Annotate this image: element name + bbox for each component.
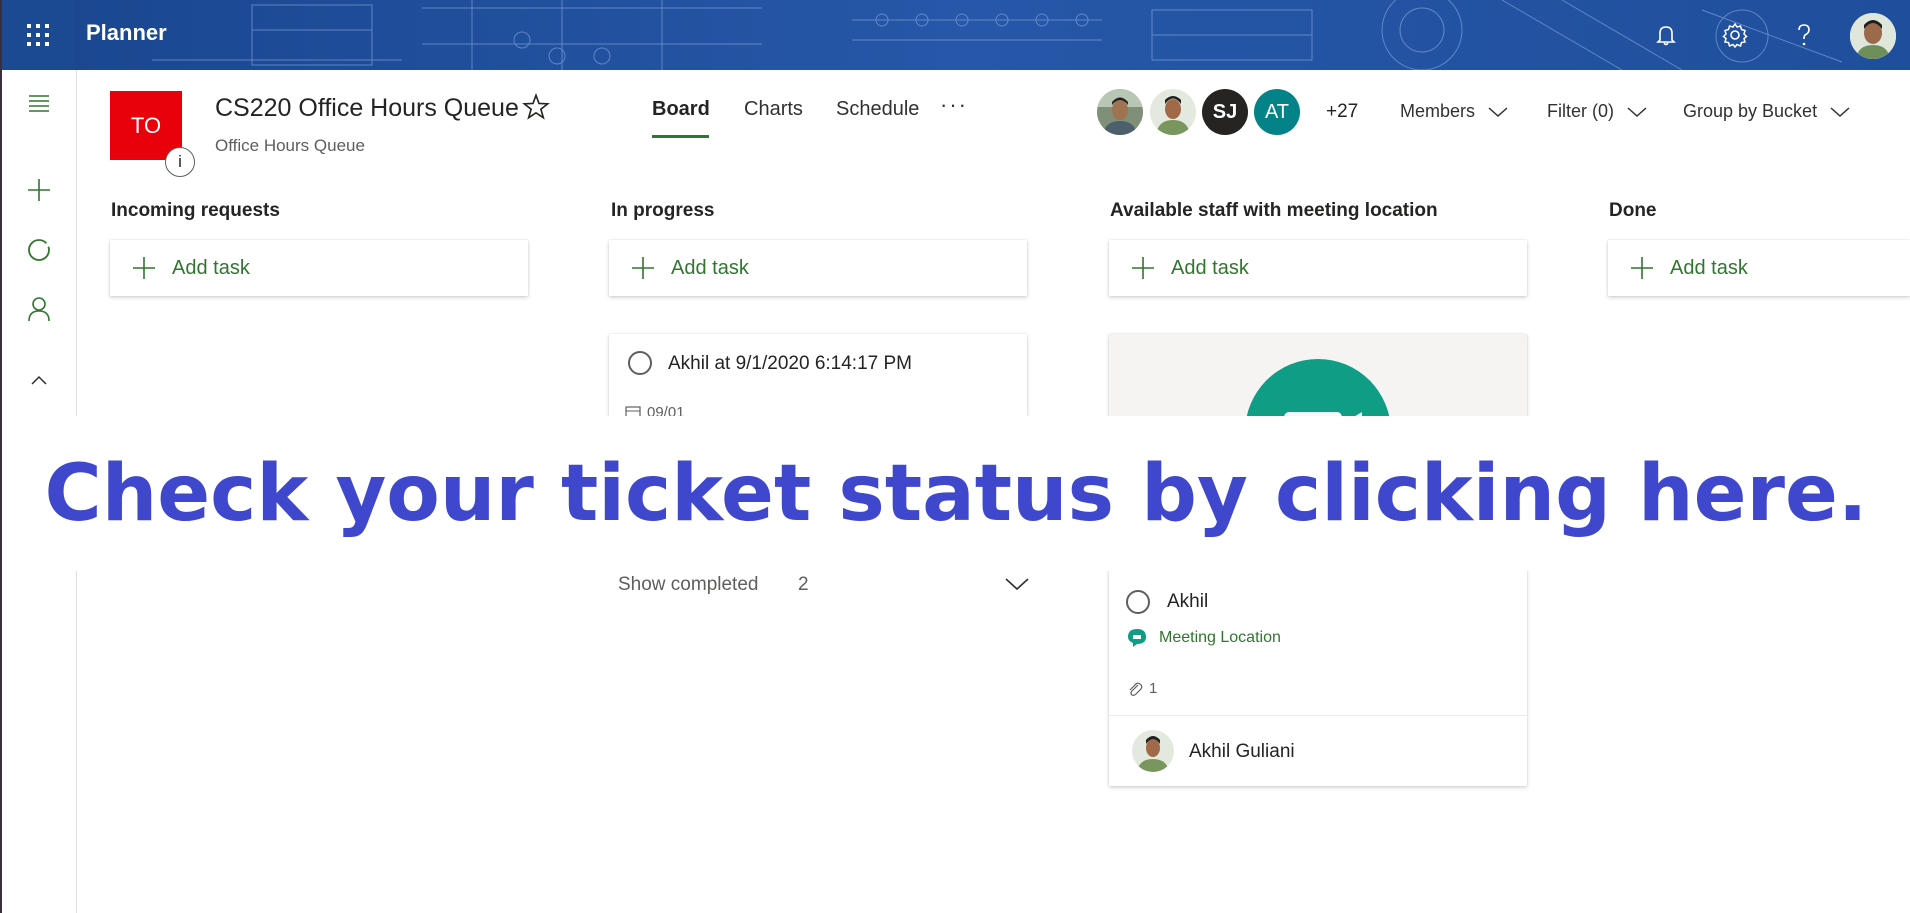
chat-icon	[1128, 629, 1146, 647]
members-label: Members	[1400, 101, 1476, 121]
plus-icon	[133, 257, 155, 279]
plus-icon	[28, 179, 50, 201]
settings-button[interactable]	[1719, 19, 1751, 51]
group-by-dropdown[interactable]: Group by Bucket	[1683, 101, 1851, 122]
help-button[interactable]	[1788, 19, 1820, 51]
assignee-photo	[1132, 730, 1174, 772]
add-task-label: Add task	[671, 256, 749, 279]
member-photo	[1150, 89, 1196, 135]
group-by-label: Group by Bucket	[1683, 101, 1818, 121]
chevron-down-icon	[1627, 106, 1647, 117]
add-task-label: Add task	[1171, 256, 1249, 279]
divider	[1109, 715, 1527, 716]
plus-icon	[1631, 257, 1653, 279]
bucket-title[interactable]: Done	[1609, 200, 1657, 222]
completed-count: 2	[798, 574, 809, 595]
task-card[interactable]: Akhil at 9/1/2020 6:14:17 PM 09/01	[609, 334, 1027, 416]
help-icon	[1798, 24, 1810, 46]
collapse-nav-button[interactable]	[25, 89, 53, 117]
plus-icon	[632, 257, 654, 279]
show-completed-label: Show completed	[618, 574, 759, 595]
due-date: 09/01	[625, 404, 685, 416]
add-task-label: Add task	[1670, 256, 1748, 279]
chevron-up-icon	[31, 375, 47, 385]
plan-info-button[interactable]: i	[165, 147, 195, 177]
planner-hub-button[interactable]	[25, 236, 53, 264]
more-members-count[interactable]: +27	[1326, 101, 1358, 123]
complete-task-checkbox[interactable]	[1126, 590, 1150, 614]
app-name[interactable]: Planner	[86, 20, 167, 46]
ticket-status-link[interactable]: Check your ticket status by clicking her…	[2, 416, 1910, 571]
assignee-avatar[interactable]	[1132, 730, 1174, 772]
chevron-down-icon	[1830, 106, 1850, 117]
suite-bar: Planner	[2, 0, 1910, 70]
attachment-count-text: 1	[1149, 680, 1158, 697]
chevron-down-icon	[1488, 106, 1508, 117]
add-task-button[interactable]: Add task	[609, 240, 1027, 296]
member-avatar[interactable]: AT	[1254, 89, 1300, 135]
add-task-button[interactable]: Add task	[1109, 240, 1527, 296]
attachment-count: 1	[1127, 680, 1157, 697]
meeting-link[interactable]: Meeting Location	[1127, 628, 1281, 648]
plan-group-name[interactable]: Office Hours Queue	[215, 136, 365, 156]
bucket-title[interactable]: Incoming requests	[111, 200, 280, 222]
members-dropdown[interactable]: Members	[1400, 101, 1509, 122]
add-task-label: Add task	[172, 256, 250, 279]
member-avatar[interactable]: SJ	[1202, 89, 1248, 135]
add-task-button[interactable]: Add task	[1608, 240, 1910, 296]
notifications-button[interactable]	[1650, 19, 1682, 51]
due-date-text: 09/01	[647, 404, 685, 416]
waffle-icon	[27, 24, 49, 46]
member-avatar[interactable]	[1150, 89, 1196, 135]
person-icon	[28, 297, 50, 322]
add-task-button[interactable]: Add task	[110, 240, 528, 296]
bucket-title[interactable]: In progress	[611, 200, 714, 222]
tab-charts[interactable]: Charts	[744, 98, 803, 121]
gear-icon	[1722, 22, 1748, 48]
member-avatar[interactable]	[1097, 89, 1143, 135]
task-title: Akhil	[1167, 591, 1209, 612]
plan-title: CS220 Office Hours Queue	[215, 94, 519, 122]
plus-icon	[1132, 257, 1154, 279]
collapse-section-button[interactable]	[25, 366, 53, 394]
active-tab-indicator	[652, 135, 709, 138]
filter-label: Filter (0)	[1547, 101, 1614, 121]
complete-task-checkbox[interactable]	[628, 351, 652, 375]
hub-circle-icon	[28, 239, 50, 261]
ticket-status-banner[interactable]: Check your ticket status by clicking her…	[2, 416, 1910, 571]
calendar-icon	[625, 405, 641, 416]
user-photo	[1850, 13, 1896, 59]
bell-icon	[1656, 26, 1676, 46]
filter-dropdown[interactable]: Filter (0)	[1547, 101, 1648, 122]
tab-schedule[interactable]: Schedule	[836, 98, 919, 121]
user-avatar[interactable]	[1850, 13, 1896, 59]
bucket-title[interactable]: Available staff with meeting location	[1110, 200, 1438, 222]
more-options-button[interactable]: ···	[940, 92, 968, 118]
my-tasks-button[interactable]	[25, 295, 53, 323]
tab-board[interactable]: Board	[652, 98, 710, 121]
member-photo	[1097, 89, 1143, 135]
blueprint-background	[2, 0, 1910, 70]
assignee-name: Akhil Guliani	[1189, 741, 1295, 762]
show-completed-toggle[interactable]: Show completed 2	[618, 574, 1030, 606]
task-title: Akhil at 9/1/2020 6:14:17 PM	[668, 353, 912, 374]
new-plan-button[interactable]	[25, 176, 53, 204]
hamburger-icon	[29, 95, 49, 112]
star-icon[interactable]	[522, 93, 550, 121]
chevron-down-icon	[1005, 578, 1029, 591]
app-launcher-button[interactable]	[2, 0, 74, 70]
meeting-link-label: Meeting Location	[1159, 629, 1281, 646]
paperclip-icon	[1129, 682, 1143, 696]
